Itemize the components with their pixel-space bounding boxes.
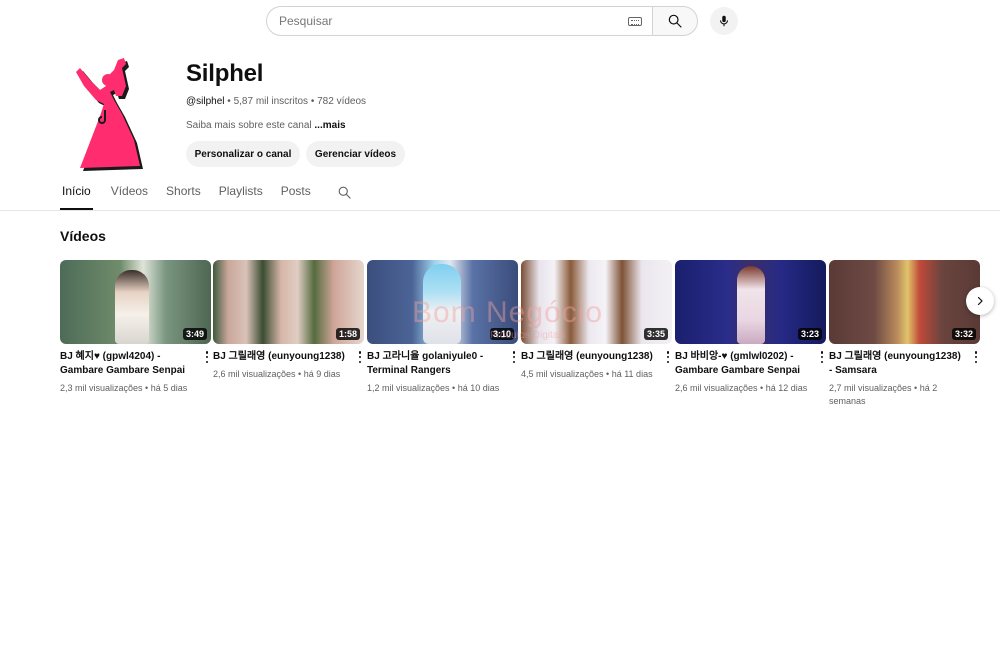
video-card[interactable]: 3:23 BJ 바비앙-♥ (gmlwl0202) - Gambare Gamb… bbox=[675, 260, 826, 395]
video-thumbnail[interactable]: 3:23 bbox=[675, 260, 826, 344]
view-count: 2,6 mil visualizações bbox=[213, 369, 296, 379]
video-thumbnail[interactable]: 3:49 bbox=[60, 260, 211, 344]
video-card[interactable]: 3:32 BJ 그릴래영 (eunyoung1238) - Samsara 2,… bbox=[829, 260, 980, 408]
video-count: 782 vídeos bbox=[317, 96, 367, 107]
channel-tabs: Início Vídeos Shorts Playlists Posts bbox=[60, 184, 370, 210]
video-duration: 1:58 bbox=[335, 328, 360, 340]
more-actions-icon[interactable] bbox=[818, 350, 826, 364]
tab-search[interactable] bbox=[337, 184, 352, 210]
more-actions-icon[interactable] bbox=[203, 350, 211, 364]
video-title[interactable]: BJ 바비앙-♥ (gmlwl0202) - Gambare Gambare S… bbox=[675, 350, 807, 378]
watermark-subtitle: Produtos Digitais bbox=[490, 330, 566, 341]
view-count: 2,3 mil visualizações bbox=[60, 383, 143, 393]
description-text: Saiba mais sobre este canal bbox=[186, 120, 312, 131]
video-card[interactable]: 1:58 BJ 그릴래영 (eunyoung1238) 2,6 mil visu… bbox=[213, 260, 364, 381]
view-count: 4,5 mil visualizações bbox=[521, 369, 604, 379]
video-title[interactable]: BJ 그릴래영 (eunyoung1238) bbox=[213, 350, 345, 364]
video-duration: 3:49 bbox=[182, 328, 207, 340]
view-count: 2,6 mil visualizações bbox=[675, 383, 758, 393]
mic-icon bbox=[719, 15, 729, 27]
subscriber-count: 5,87 mil inscritos bbox=[233, 96, 309, 107]
more-actions-icon[interactable] bbox=[972, 350, 980, 364]
more-actions-icon[interactable] bbox=[664, 350, 672, 364]
video-duration: 3:35 bbox=[643, 328, 668, 340]
search-icon bbox=[338, 186, 351, 199]
video-thumbnail[interactable]: 3:32 bbox=[829, 260, 980, 344]
keyboard-icon[interactable] bbox=[628, 16, 642, 26]
search-input[interactable] bbox=[279, 14, 628, 28]
video-stats: 2,6 mil visualizações • há 9 dias bbox=[213, 369, 341, 379]
channel-avatar[interactable] bbox=[60, 56, 160, 176]
channel-meta: @silphel • 5,87 mil inscritos • 782 víde… bbox=[186, 96, 366, 107]
more-link[interactable]: ...mais bbox=[314, 120, 345, 131]
search-box[interactable] bbox=[266, 6, 652, 36]
view-count: 1,2 mil visualizações bbox=[367, 383, 450, 393]
search-icon bbox=[668, 14, 682, 28]
video-stats: 2,6 mil visualizações • há 12 dias bbox=[675, 383, 808, 393]
chevron-right-icon bbox=[977, 296, 983, 306]
video-title[interactable]: BJ 고라니율 golaniyule0 - Terminal Rangers bbox=[367, 350, 499, 378]
section-title: Vídeos bbox=[60, 228, 106, 244]
upload-age: há 9 dias bbox=[303, 369, 341, 379]
video-thumbnail[interactable]: 1:58 bbox=[213, 260, 364, 344]
voice-search-button[interactable] bbox=[710, 7, 738, 35]
tab-posts[interactable]: Posts bbox=[281, 184, 311, 210]
manage-videos-button[interactable]: Gerenciar vídeos bbox=[306, 141, 405, 167]
tabs-divider bbox=[0, 210, 1000, 211]
video-card[interactable]: 3:49 BJ 혜지♥ (gpwl4204) - Gambare Gambare… bbox=[60, 260, 211, 395]
video-stats: 4,5 mil visualizações • há 11 dias bbox=[521, 369, 653, 379]
channel-handle: @silphel bbox=[186, 96, 225, 107]
carousel-next-button[interactable] bbox=[966, 287, 994, 315]
more-actions-icon[interactable] bbox=[510, 350, 518, 364]
customize-channel-button[interactable]: Personalizar o canal bbox=[186, 141, 300, 167]
watermark: Bom Negócio bbox=[412, 296, 604, 329]
video-title[interactable]: BJ 혜지♥ (gpwl4204) - Gambare Gambare Senp… bbox=[60, 350, 192, 378]
search-bar bbox=[266, 6, 738, 36]
video-stats: 1,2 mil visualizações • há 10 dias bbox=[367, 383, 500, 393]
view-count: 2,7 mil visualizações bbox=[829, 383, 912, 393]
video-title[interactable]: BJ 그릴래영 (eunyoung1238) - Samsara bbox=[829, 350, 961, 378]
tab-videos[interactable]: Vídeos bbox=[111, 184, 148, 210]
tab-home[interactable]: Início bbox=[60, 184, 93, 210]
upload-age: há 10 dias bbox=[457, 383, 500, 393]
upload-age: há 12 dias bbox=[765, 383, 808, 393]
tab-shorts[interactable]: Shorts bbox=[166, 184, 201, 210]
channel-name: Silphel bbox=[186, 60, 264, 87]
video-stats: 2,7 mil visualizações • há 2 semanas bbox=[829, 383, 938, 406]
tab-playlists[interactable]: Playlists bbox=[219, 184, 263, 210]
upload-age: há 5 dias bbox=[150, 383, 188, 393]
search-button[interactable] bbox=[652, 6, 698, 36]
video-duration: 3:23 bbox=[797, 328, 822, 340]
dancer-logo-icon bbox=[76, 58, 143, 171]
more-actions-icon[interactable] bbox=[356, 350, 364, 364]
upload-age: há 11 dias bbox=[611, 369, 653, 379]
channel-description[interactable]: Saiba mais sobre este canal ...mais bbox=[186, 120, 346, 131]
video-stats: 2,3 mil visualizações • há 5 dias bbox=[60, 383, 188, 393]
video-duration: 3:32 bbox=[951, 328, 976, 340]
video-title[interactable]: BJ 그릴래영 (eunyoung1238) bbox=[521, 350, 653, 364]
